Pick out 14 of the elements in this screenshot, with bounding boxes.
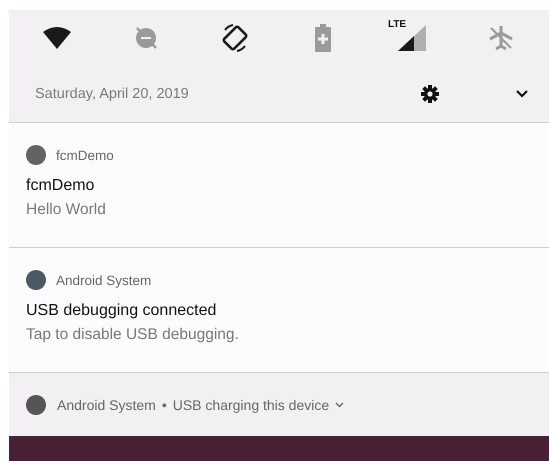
- notification-title: USB debugging connected: [26, 302, 218, 320]
- notification-title: USB charging this device: [172, 396, 330, 412]
- app-name: fcmDemo: [56, 148, 114, 162]
- date-label: Saturday, April 20, 2019: [35, 86, 190, 102]
- notification-card[interactable]: Android System USB debugging connected Tap to disable USB debugging.: [9, 247, 549, 372]
- cellular-tile[interactable]: LTE: [386, 18, 437, 58]
- app-name: Android System: [56, 272, 152, 288]
- network-type-label: LTE: [388, 19, 406, 30]
- separator: •: [162, 396, 167, 412]
- notification-card[interactable]: fcmDemo fcmDemo Hello World: [9, 122, 549, 247]
- notification-title: fcmDemo: [26, 177, 96, 195]
- app-name: Android System: [57, 396, 156, 412]
- notification-text: Tap to disable USB debugging.: [26, 326, 240, 344]
- notification-text: Hello World: [26, 201, 107, 219]
